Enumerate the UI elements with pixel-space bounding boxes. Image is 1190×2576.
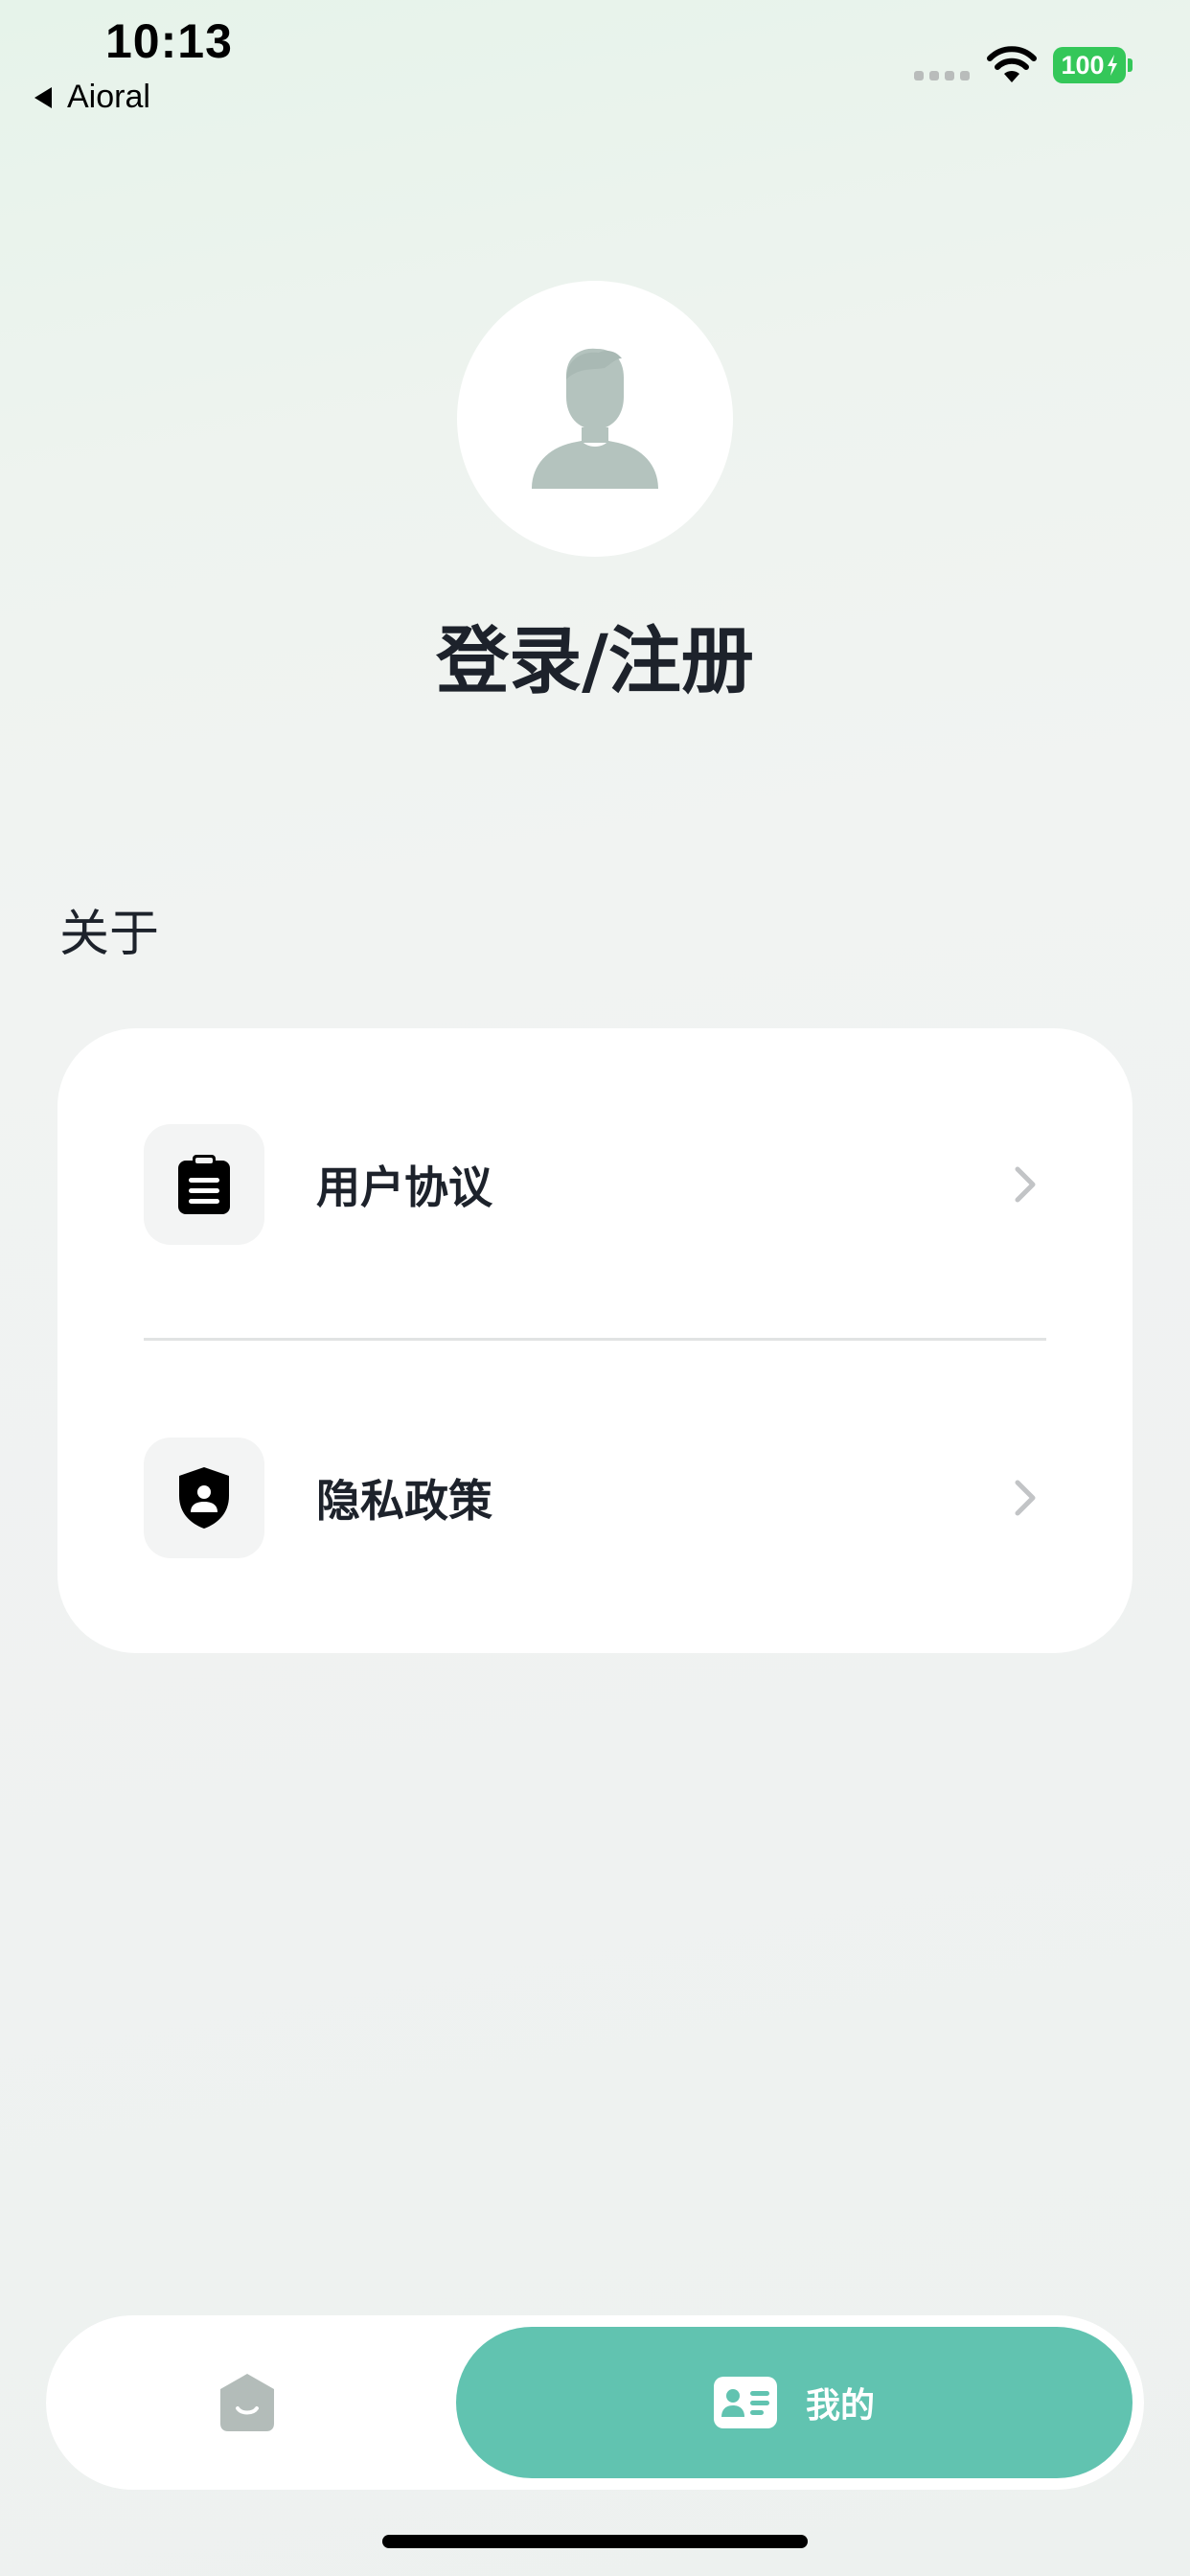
battery-indicator: 100: [1053, 47, 1126, 83]
wifi-icon: [987, 46, 1037, 82]
home-indicator[interactable]: [382, 2535, 808, 2548]
section-title-about: 关于: [59, 906, 160, 963]
chevron-right-icon: [1015, 1166, 1036, 1203]
charging-bolt-icon: [1107, 55, 1117, 76]
divider: [144, 1338, 1046, 1341]
back-triangle-icon: [34, 86, 52, 108]
tab-bar: 我的: [46, 2315, 1144, 2490]
battery-level: 100: [1061, 50, 1105, 80]
list-item-privacy-policy[interactable]: 隐私政策: [144, 1438, 1046, 1558]
status-time: 10:13: [105, 14, 233, 68]
tab-home[interactable]: [46, 2315, 448, 2490]
battery-cap: [1128, 58, 1133, 72]
id-card-icon: [713, 2377, 777, 2428]
clipboard-icon: [178, 1155, 230, 1214]
about-card: 用户协议 隐私政策: [57, 1028, 1133, 1653]
cellular-signal-icon: [914, 71, 970, 80]
list-item-label: 用户协议: [316, 1162, 492, 1213]
home-icon: [220, 2374, 274, 2431]
list-item-user-agreement[interactable]: 用户协议: [144, 1124, 1046, 1245]
avatar[interactable]: [457, 281, 733, 557]
row-icon-container: [144, 1124, 264, 1245]
list-item-label: 隐私政策: [316, 1475, 492, 1527]
tab-mine[interactable]: 我的: [456, 2327, 1133, 2478]
back-app-label: Aioral: [67, 79, 150, 115]
tab-mine-label: 我的: [805, 2386, 875, 2426]
chevron-right-icon: [1015, 1480, 1036, 1516]
back-to-app-button[interactable]: Aioral: [34, 79, 150, 116]
row-icon-container: [144, 1438, 264, 1558]
login-register-link[interactable]: 登录/注册: [0, 602, 1190, 707]
user-silhouette-icon: [532, 348, 658, 489]
shield-user-icon: [179, 1467, 229, 1529]
